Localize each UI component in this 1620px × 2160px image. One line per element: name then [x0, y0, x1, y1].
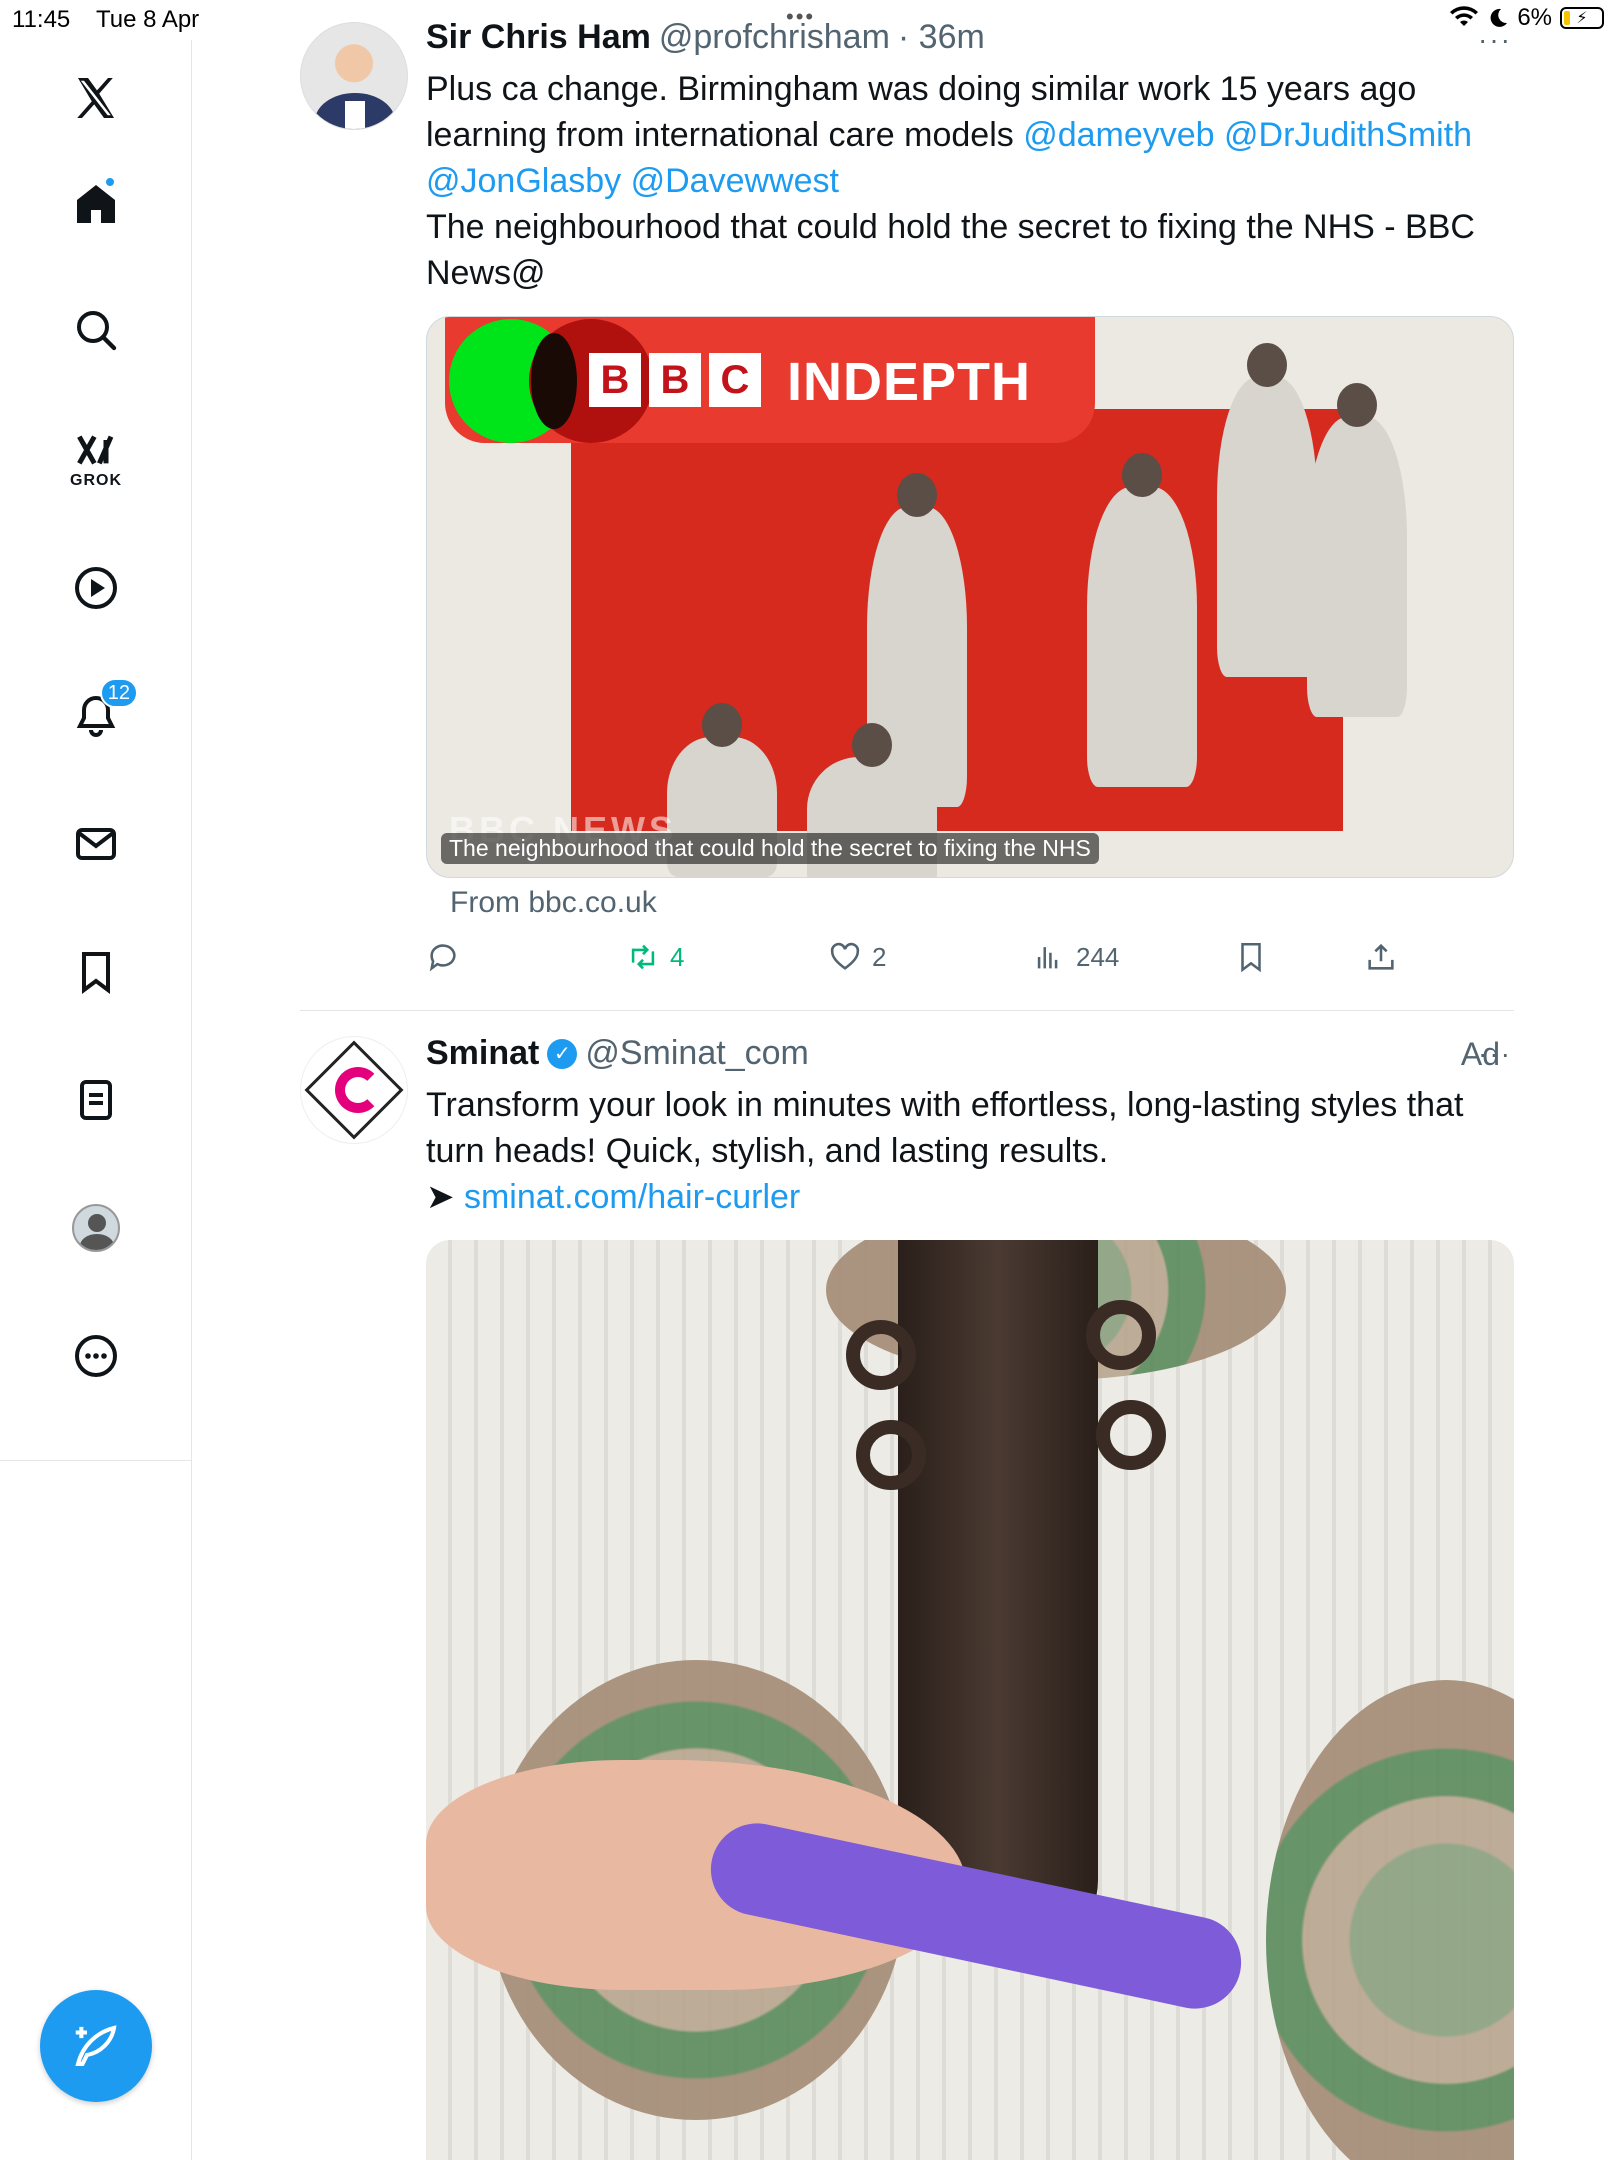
lists-icon: [80, 1080, 112, 1120]
verified-badge-icon: ✓: [547, 1038, 578, 1069]
retweet-icon: [631, 944, 655, 970]
status-date: Tue 8 Apr: [96, 6, 200, 33]
home-unread-dot: [104, 176, 116, 188]
card-photo-person: [1217, 343, 1317, 677]
tweet1-line5: News@: [426, 254, 546, 292]
grok-icon: [77, 435, 114, 465]
tweet2-text: Transform your look in minutes with effo…: [426, 1082, 1526, 1220]
sidebar-divider: [0, 1460, 192, 1461]
mention-link[interactable]: @DrJudithSmith: [1224, 116, 1472, 154]
notifications-badge: 12: [99, 678, 138, 708]
card-photo-person: [1307, 383, 1407, 717]
tweet1-handle[interactable]: @profchrisham: [659, 18, 890, 57]
bookmark-icon: [82, 952, 110, 994]
views-count: 244: [1076, 941, 1120, 972]
sidebar-item-profile[interactable]: [62, 1194, 130, 1262]
tweet2-avatar[interactable]: [300, 1036, 408, 1144]
sidebar-item-search[interactable]: [62, 296, 130, 364]
ad-link[interactable]: sminat.com/hair-curler: [464, 1178, 800, 1216]
reply-icon: [429, 944, 456, 972]
card-circle-overlap: [531, 333, 577, 429]
tweet-divider: [300, 1010, 1514, 1011]
compose-button[interactable]: [40, 1990, 152, 2102]
video-plate: [1266, 1680, 1514, 2160]
tweet1-more-icon[interactable]: ···: [1478, 24, 1512, 56]
link-preview-card[interactable]: B B C INDEPTH BBC NEWS The neighbourhood…: [426, 316, 1514, 878]
tweet2-more-icon[interactable]: ···: [1478, 1038, 1512, 1070]
mail-icon: [76, 828, 116, 860]
sidebar-item-home[interactable]: [62, 170, 130, 238]
tweet1-display-name[interactable]: Sir Chris Ham: [426, 18, 651, 57]
tweet1-text: Plus ca change. Birmingham was doing sim…: [426, 66, 1526, 296]
bookmark-button[interactable]: [1234, 940, 1268, 974]
tweet1-line4: The neighbourhood that could hold the se…: [426, 208, 1475, 246]
share-icon: [1368, 943, 1394, 970]
tweet2-display-name[interactable]: Sminat: [426, 1034, 539, 1073]
tweet1-actions: 4 2 244: [426, 940, 1426, 980]
video-curl: [1086, 1300, 1156, 1370]
tweet1-header: Sir Chris Ham @profchrisham · 36m: [426, 18, 985, 57]
sidebar-nav: GROK 12: [0, 40, 192, 2160]
search-icon: [77, 311, 117, 351]
views-button[interactable]: 244: [1032, 940, 1119, 974]
compose-icon: [75, 2025, 117, 2067]
arrow-icon: ➤: [426, 1178, 464, 1216]
battery-icon: ⚡: [1560, 7, 1604, 29]
like-count: 2: [872, 941, 887, 972]
like-icon: [830, 942, 860, 970]
retweet-count: 4: [670, 941, 685, 972]
video-curl: [1096, 1400, 1166, 1470]
sidebar-item-lists[interactable]: [62, 1066, 130, 1134]
tweet1-time[interactable]: · 36m: [898, 18, 985, 57]
x-logo-icon[interactable]: [62, 64, 130, 132]
status-time: 11:45: [12, 6, 71, 33]
card-caption: The neighbourhood that could hold the se…: [441, 833, 1099, 864]
ad-video[interactable]: [426, 1240, 1514, 2160]
like-button[interactable]: 2: [828, 940, 886, 974]
more-icon: [75, 1335, 117, 1377]
bbc-letter: B: [649, 353, 701, 407]
mention-link[interactable]: @Davewwest: [631, 162, 839, 200]
video-icon: [75, 567, 117, 609]
sidebar-item-messages[interactable]: [62, 810, 130, 878]
sidebar-item-video[interactable]: [62, 554, 130, 622]
video-curl: [846, 1320, 916, 1390]
mention-link[interactable]: @JonGlasby: [426, 162, 621, 200]
views-icon: [1037, 947, 1058, 969]
battery-percent: 6%: [1517, 4, 1552, 31]
bbc-letter: B: [589, 353, 641, 407]
bbc-letter: C: [709, 353, 761, 407]
tweet1-line1: Plus ca change. Birmingham was doing sim…: [426, 70, 1417, 108]
bookmark-icon: [1241, 942, 1261, 973]
tweet2-line3: ➤ sminat.com/hair-curler: [426, 1174, 1526, 1220]
bbc-logo: B B C: [589, 353, 761, 407]
tweet2-header: Sminat ✓ @Sminat_com: [426, 1034, 809, 1073]
mention-link[interactable]: @dameyveb: [1023, 116, 1214, 154]
tweet1-line2: learning from international care models …: [426, 116, 1473, 154]
sidebar-item-notifications[interactable]: 12: [62, 678, 138, 750]
tweet1-line3: @JonGlasby @Davewwest: [426, 158, 1526, 204]
tweet1-avatar[interactable]: [300, 22, 408, 130]
bbc-indepth-title: INDEPTH: [787, 352, 1032, 412]
card-source[interactable]: From bbc.co.uk: [450, 886, 657, 920]
card-photo-person: [1087, 453, 1197, 787]
tweet2-line1: Transform your look in minutes with effo…: [426, 1086, 1464, 1124]
wifi-icon: [1450, 6, 1479, 26]
share-button[interactable]: [1364, 940, 1398, 974]
grok-label: GROK: [70, 472, 122, 489]
tweet2-handle[interactable]: @Sminat_com: [585, 1034, 808, 1073]
video-curl: [856, 1420, 926, 1490]
sidebar-item-bookmarks[interactable]: [62, 938, 130, 1006]
sidebar-item-grok[interactable]: GROK: [62, 426, 130, 494]
profile-icon: [72, 1204, 120, 1252]
retweet-button[interactable]: 4: [626, 940, 684, 974]
tweet2-line2: turn heads! Quick, stylish, and lasting …: [426, 1132, 1109, 1170]
reply-button[interactable]: [426, 940, 460, 974]
sidebar-item-more[interactable]: [62, 1322, 130, 1390]
status-indicators: 6% ⚡: [1449, 4, 1604, 32]
